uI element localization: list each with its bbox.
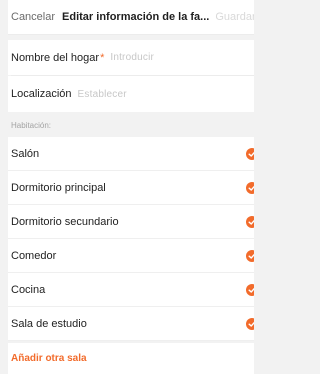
home-name-field[interactable]: Nombre del hogar * Introducir xyxy=(8,40,254,75)
room-name: Dormitorio principal xyxy=(11,181,106,194)
room-name: Sala de estudio xyxy=(11,317,87,330)
home-name-label: Nombre del hogar xyxy=(11,51,100,64)
required-mark: * xyxy=(100,51,105,64)
room-name: Salón xyxy=(11,147,40,160)
room-item-cocina[interactable]: Cocina xyxy=(8,273,254,307)
check-icon[interactable] xyxy=(246,148,254,160)
location-label: Localización xyxy=(11,88,72,100)
room-name: Dormitorio secundario xyxy=(11,215,119,228)
room-item-dormitorio-principal[interactable]: Dormitorio principal xyxy=(8,171,254,205)
check-icon[interactable] xyxy=(246,250,254,262)
room-name: Comedor xyxy=(11,249,57,262)
cancel-button[interactable]: Cancelar xyxy=(11,11,55,23)
edit-home-screen: Cancelar Editar información de la fa... … xyxy=(8,0,254,374)
location-input[interactable]: Establecer xyxy=(78,89,127,100)
check-icon[interactable] xyxy=(246,284,254,296)
add-room-button[interactable]: Añadir otra sala xyxy=(8,343,254,374)
room-item-dormitorio-secundario[interactable]: Dormitorio secundario xyxy=(8,205,254,239)
top-bar: Cancelar Editar información de la fa... … xyxy=(8,0,254,35)
room-name: Cocina xyxy=(11,283,46,296)
check-icon[interactable] xyxy=(246,216,254,228)
page-title: Editar información de la fa... xyxy=(62,11,210,23)
rooms-section-header: Habitación: xyxy=(8,113,254,137)
check-icon[interactable] xyxy=(246,318,254,330)
room-item-sala-de-estudio[interactable]: Sala de estudio xyxy=(8,307,254,341)
add-room-label: Añadir otra sala xyxy=(11,353,87,364)
room-item-comedor[interactable]: Comedor xyxy=(8,239,254,273)
home-name-input[interactable]: Introducir xyxy=(110,52,154,63)
location-field[interactable]: Localización Establecer xyxy=(8,76,254,112)
save-button[interactable]: Guardar xyxy=(215,11,254,23)
check-icon[interactable] xyxy=(246,182,254,194)
rooms-section-title: Habitación: xyxy=(11,120,52,130)
room-item-salon[interactable]: Salón xyxy=(8,137,254,171)
